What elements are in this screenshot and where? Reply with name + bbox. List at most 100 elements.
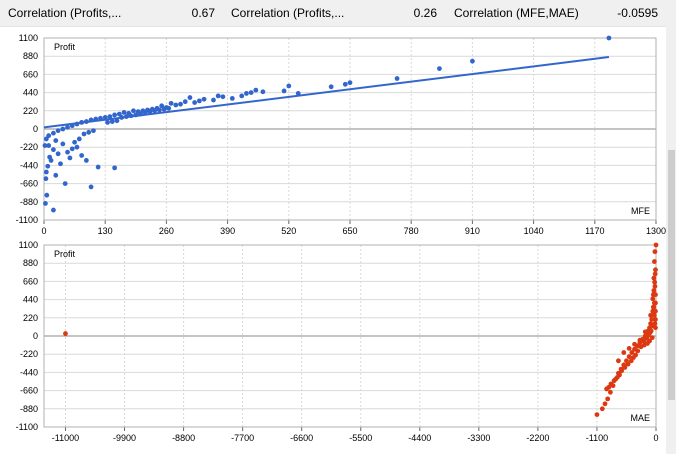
- data-point: [220, 94, 226, 100]
- correlation-label-2: Correlation (Profits,...: [231, 6, 345, 20]
- y-tick-label: 880: [23, 258, 38, 268]
- data-point: [55, 128, 61, 134]
- x-tick-label: -8800: [172, 433, 195, 443]
- data-point: [244, 91, 249, 96]
- data-point: [201, 96, 207, 102]
- data-point: [653, 300, 658, 306]
- data-point: [65, 124, 70, 130]
- data-point: [83, 158, 89, 163]
- data-point: [45, 163, 51, 169]
- data-point: [53, 138, 59, 143]
- data-point: [196, 98, 202, 104]
- data-point: [605, 396, 611, 402]
- y-tick-label: -1100: [16, 215, 38, 225]
- x-tick-label: -1100: [586, 433, 608, 443]
- correlation-value-3: -0.0595: [617, 6, 658, 20]
- x-tick-label: 260: [159, 226, 174, 236]
- data-point: [43, 176, 49, 182]
- x-tick-label: 390: [220, 226, 235, 236]
- data-point: [653, 242, 659, 248]
- y-axis-label: Profit: [54, 249, 76, 259]
- data-point: [105, 119, 110, 125]
- x-tick-label: 910: [465, 226, 480, 236]
- data-point: [621, 350, 627, 355]
- data-point: [281, 88, 287, 94]
- data-point: [43, 169, 49, 175]
- data-point: [342, 81, 348, 87]
- y-tick-label: 660: [23, 69, 38, 79]
- data-point: [55, 151, 61, 157]
- data-point: [607, 389, 613, 395]
- data-point: [161, 106, 167, 112]
- data-point: [239, 93, 245, 99]
- data-point: [67, 155, 73, 161]
- x-axis-label: MFE: [631, 206, 650, 216]
- data-point: [76, 136, 82, 142]
- data-point: [173, 102, 179, 108]
- data-point: [51, 147, 56, 153]
- y-tick-label: -880: [20, 404, 38, 414]
- data-point: [594, 412, 600, 417]
- correlation-value-2: 0.26: [413, 6, 437, 20]
- data-point: [62, 181, 68, 187]
- x-tick-label: -5500: [349, 433, 372, 443]
- data-point: [51, 207, 56, 213]
- x-tick-label: 1170: [585, 226, 604, 236]
- correlation-header: Correlation (Profits,... 0.67 Correlatio…: [0, 0, 676, 27]
- data-point: [616, 358, 621, 364]
- data-point: [638, 344, 644, 350]
- x-tick-label: 1300: [646, 226, 666, 236]
- y-tick-label: -440: [20, 160, 38, 170]
- data-point: [60, 126, 66, 132]
- y-tick-label: 220: [23, 313, 38, 323]
- x-tick-label: -4400: [408, 433, 431, 443]
- data-point: [211, 97, 216, 103]
- data-point: [42, 143, 48, 148]
- data-point: [253, 87, 259, 93]
- x-tick-label: -9900: [113, 433, 136, 443]
- data-point: [51, 130, 56, 136]
- x-tick-label: -2200: [526, 433, 549, 443]
- data-point: [65, 149, 70, 155]
- y-tick-label: 660: [23, 276, 38, 286]
- data-point: [72, 139, 77, 145]
- data-point: [53, 172, 59, 178]
- x-tick-label: -6600: [290, 433, 313, 443]
- y-tick-label: 1100: [19, 240, 38, 250]
- data-point: [626, 354, 632, 360]
- x-tick-label: 0: [41, 226, 46, 236]
- data-point: [328, 84, 334, 90]
- data-point: [651, 304, 657, 310]
- x-tick-label: 650: [342, 226, 357, 236]
- data-point: [606, 35, 612, 41]
- data-point: [651, 259, 657, 264]
- scrollbar-thumb[interactable]: [668, 150, 675, 400]
- data-point: [215, 93, 221, 99]
- x-tick-label: -3300: [467, 433, 490, 443]
- data-point: [650, 296, 656, 302]
- x-tick-label: -7700: [231, 433, 254, 443]
- x-tick-label: 520: [281, 226, 296, 236]
- data-point: [91, 128, 96, 134]
- data-point: [347, 80, 353, 86]
- data-point: [156, 107, 162, 113]
- correlation-value-1: 0.67: [191, 6, 215, 20]
- y-tick-label: -220: [20, 142, 38, 152]
- data-point: [166, 105, 172, 111]
- y-axis-label: Profit: [54, 42, 76, 52]
- data-point: [86, 129, 92, 135]
- data-point: [635, 348, 641, 354]
- x-tick-label: 1040: [524, 226, 544, 236]
- data-point: [651, 288, 657, 293]
- data-point: [652, 283, 658, 289]
- data-point: [599, 406, 605, 412]
- data-point: [652, 249, 658, 255]
- data-point: [60, 141, 66, 147]
- data-point: [604, 386, 610, 392]
- data-point: [602, 401, 608, 407]
- data-point: [619, 368, 625, 374]
- data-point: [229, 95, 235, 101]
- y-tick-label: -440: [20, 367, 38, 377]
- y-tick-label: 880: [23, 51, 38, 61]
- y-tick-label: -880: [20, 197, 38, 207]
